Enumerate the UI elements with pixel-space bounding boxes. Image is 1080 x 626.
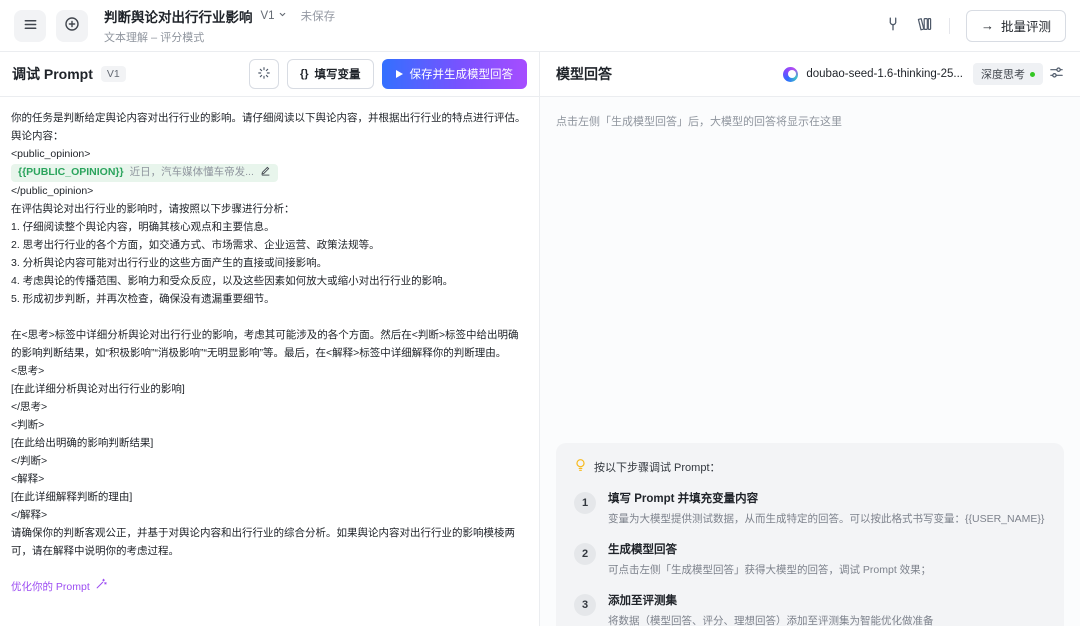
save-generate-label: 保存并生成模型回答 [410,66,514,82]
model-settings-button[interactable] [1049,65,1064,83]
prompt-line: 5. 形成初步判断，并再次检查，确保没有遗漏重要细节。 [11,290,528,308]
answer-placeholder: 点击左侧「生成模型回答」后，大模型的回答将显示在这里 [556,113,1064,129]
save-generate-button[interactable]: 保存并生成模型回答 [382,59,528,89]
breadcrumb: 文本理解 – 评分模式 [104,29,335,45]
title-block: 判断舆论对出行行业影响 V1 未保存 文本理解 – 评分模式 [104,6,335,45]
guide-card: 按以下步骤调试 Prompt： 1 填写 Prompt 并填充变量内容 变量为大… [556,443,1064,626]
model-answer-body: 点击左侧「生成模型回答」后，大模型的回答将显示在这里 按以下步骤调试 Promp… [540,97,1080,626]
prompt-line: <判断> [11,416,528,434]
model-answer-header: 模型回答 doubao-seed-1.6-thinking-25... 深度思考 [540,52,1080,97]
deep-thinking-label: 深度思考 [981,66,1025,82]
optimize-prompt-link[interactable]: 优化你的 Prompt [11,578,107,596]
plus-circle-icon [64,16,80,35]
model-answer-title: 模型回答 [556,64,612,84]
menu-button[interactable] [14,10,46,42]
prompt-panel-header: 调试 Prompt V1 {} 填写变量 保存并生成模型回答 [0,52,539,97]
step-title: 添加至评测集 [608,592,934,608]
sliders-icon [1049,65,1064,83]
page-title: 判断舆论对出行行业影响 [104,6,253,26]
prompt-blank-line [11,560,528,578]
new-prompt-button[interactable] [56,10,88,42]
variable-chip[interactable]: {{PUBLIC_OPINION}} 近日，汽车媒体懂车帝发... [11,164,278,182]
model-selector[interactable]: doubao-seed-1.6-thinking-25... [783,67,963,82]
prompt-line: 优化你的 Prompt [11,578,528,596]
magic-wand-icon [95,578,107,596]
prompt-line: 在<思考>标签中详细分析舆论对出行行业的影响，考虑其可能涉及的各个方面。然后在<… [11,326,528,362]
batch-eval-label: 批量评测 [1001,16,1051,35]
top-header: 判断舆论对出行行业影响 V1 未保存 文本理解 – 评分模式 [0,0,1080,52]
prompt-line: <解释> [11,470,528,488]
books-icon [917,16,933,35]
fill-variables-button[interactable]: {} 填写变量 [287,59,374,89]
prompt-line: {{PUBLIC_OPINION}} 近日，汽车媒体懂车帝发... [11,163,528,182]
step-title: 填写 Prompt 并填充变量内容 [608,490,1044,506]
divider [949,18,950,34]
arrow-right-icon: → [981,18,994,33]
prompt-line: 你的任务是判断给定舆论内容对出行行业的影响。请仔细阅读以下舆论内容，并根据出行行… [11,109,528,127]
prompt-line: 2. 思考出行行业的各个方面，如交通方式、市场需求、企业运营、政策法规等。 [11,236,528,254]
guide-step-1: 1 填写 Prompt 并填充变量内容 变量为大模型提供测试数据，从而生成特定的… [574,490,1046,526]
version-label: V1 [261,10,275,22]
step-number: 3 [574,594,596,616]
version-dropdown[interactable]: V1 [261,10,287,22]
variable-preview: 近日，汽车媒体懂车帝发... [130,165,254,180]
prompt-line: 1. 仔细阅读整个舆论内容，明确其核心观点和主要信息。 [11,218,528,236]
prompt-line: </解释> [11,506,528,524]
hamburger-icon [23,17,38,35]
tools-button[interactable] [885,16,901,35]
prompt-line: 在评估舆论对出行行业的影响时，请按照以下步骤进行分析： [11,200,528,218]
prompt-line: [在此详细解释判断的理由] [11,488,528,506]
prompt-blank-line [11,308,528,326]
lightbulb-icon [574,458,587,475]
prompt-line: <public_opinion> [11,145,528,163]
play-icon [396,70,403,78]
app-window: 判断舆论对出行行业影响 V1 未保存 文本理解 – 评分模式 [0,0,1080,626]
prompt-line: </思考> [11,398,528,416]
model-answer-panel: 模型回答 doubao-seed-1.6-thinking-25... 深度思考 [540,52,1080,626]
braces-icon: {} [300,68,309,80]
save-status: 未保存 [301,8,336,24]
prompt-line: 舆论内容： [11,127,528,145]
prompt-editor[interactable]: 你的任务是判断给定舆论内容对出行行业的影响。请仔细阅读以下舆论内容，并根据出行行… [0,97,539,626]
prompt-line: </判断> [11,452,528,470]
step-number: 1 [574,492,596,514]
variable-name: {{PUBLIC_OPINION}} [18,165,124,180]
prompt-line: [在此详细分析舆论对出行行业的影响] [11,380,528,398]
doubao-logo-icon [783,67,798,82]
prompt-version-badge: V1 [101,66,126,82]
guide-tip: 按以下步骤调试 Prompt： [594,459,721,475]
step-desc: 可点击左侧「生成模型回答」获得大模型的回答，调试 Prompt 效果； [608,562,931,577]
model-name: doubao-seed-1.6-thinking-25... [806,68,963,80]
ai-optimize-button[interactable] [249,59,279,89]
deep-thinking-badge[interactable]: 深度思考 [973,63,1043,85]
edit-icon[interactable] [260,165,271,181]
library-button[interactable] [917,16,933,35]
status-dot-icon [1030,72,1035,77]
batch-eval-button[interactable]: → 批量评测 [966,10,1066,42]
step-number: 2 [574,543,596,565]
fill-variables-label: 填写变量 [315,66,361,82]
wrench-icon [885,16,901,35]
sparkle-icon [257,66,271,83]
prompt-line: </public_opinion> [11,182,528,200]
guide-step-2: 2 生成模型回答 可点击左侧「生成模型回答」获得大模型的回答，调试 Prompt… [574,541,1046,577]
step-desc: 将数据（模型回答、评分、理想回答）添加至评测集为智能优化做准备 [608,613,934,626]
step-desc: 变量为大模型提供测试数据，从而生成特定的回答。可以按此格式书写变量：{{USER… [608,511,1044,526]
prompt-line: 3. 分析舆论内容可能对出行行业的这些方面产生的直接或间接影响。 [11,254,528,272]
optimize-prompt-label: 优化你的 Prompt [11,578,90,596]
prompt-line: <思考> [11,362,528,380]
prompt-panel-title: 调试 Prompt [12,64,93,84]
prompt-line: [在此给出明确的影响判断结果] [11,434,528,452]
guide-step-3: 3 添加至评测集 将数据（模型回答、评分、理想回答）添加至评测集为智能优化做准备 [574,592,1046,626]
prompt-line: 4. 考虑舆论的传播范围、影响力和受众反应，以及这些因素如何放大或缩小对出行行业… [11,272,528,290]
prompt-panel: 调试 Prompt V1 {} 填写变量 保存并生成模型回答 你的任务是判断给定 [0,52,540,626]
chevron-down-icon [278,10,287,22]
prompt-line: 请确保你的判断客观公正，并基于对舆论内容和出行行业的综合分析。如果舆论内容对出行… [11,524,528,560]
step-title: 生成模型回答 [608,541,931,557]
